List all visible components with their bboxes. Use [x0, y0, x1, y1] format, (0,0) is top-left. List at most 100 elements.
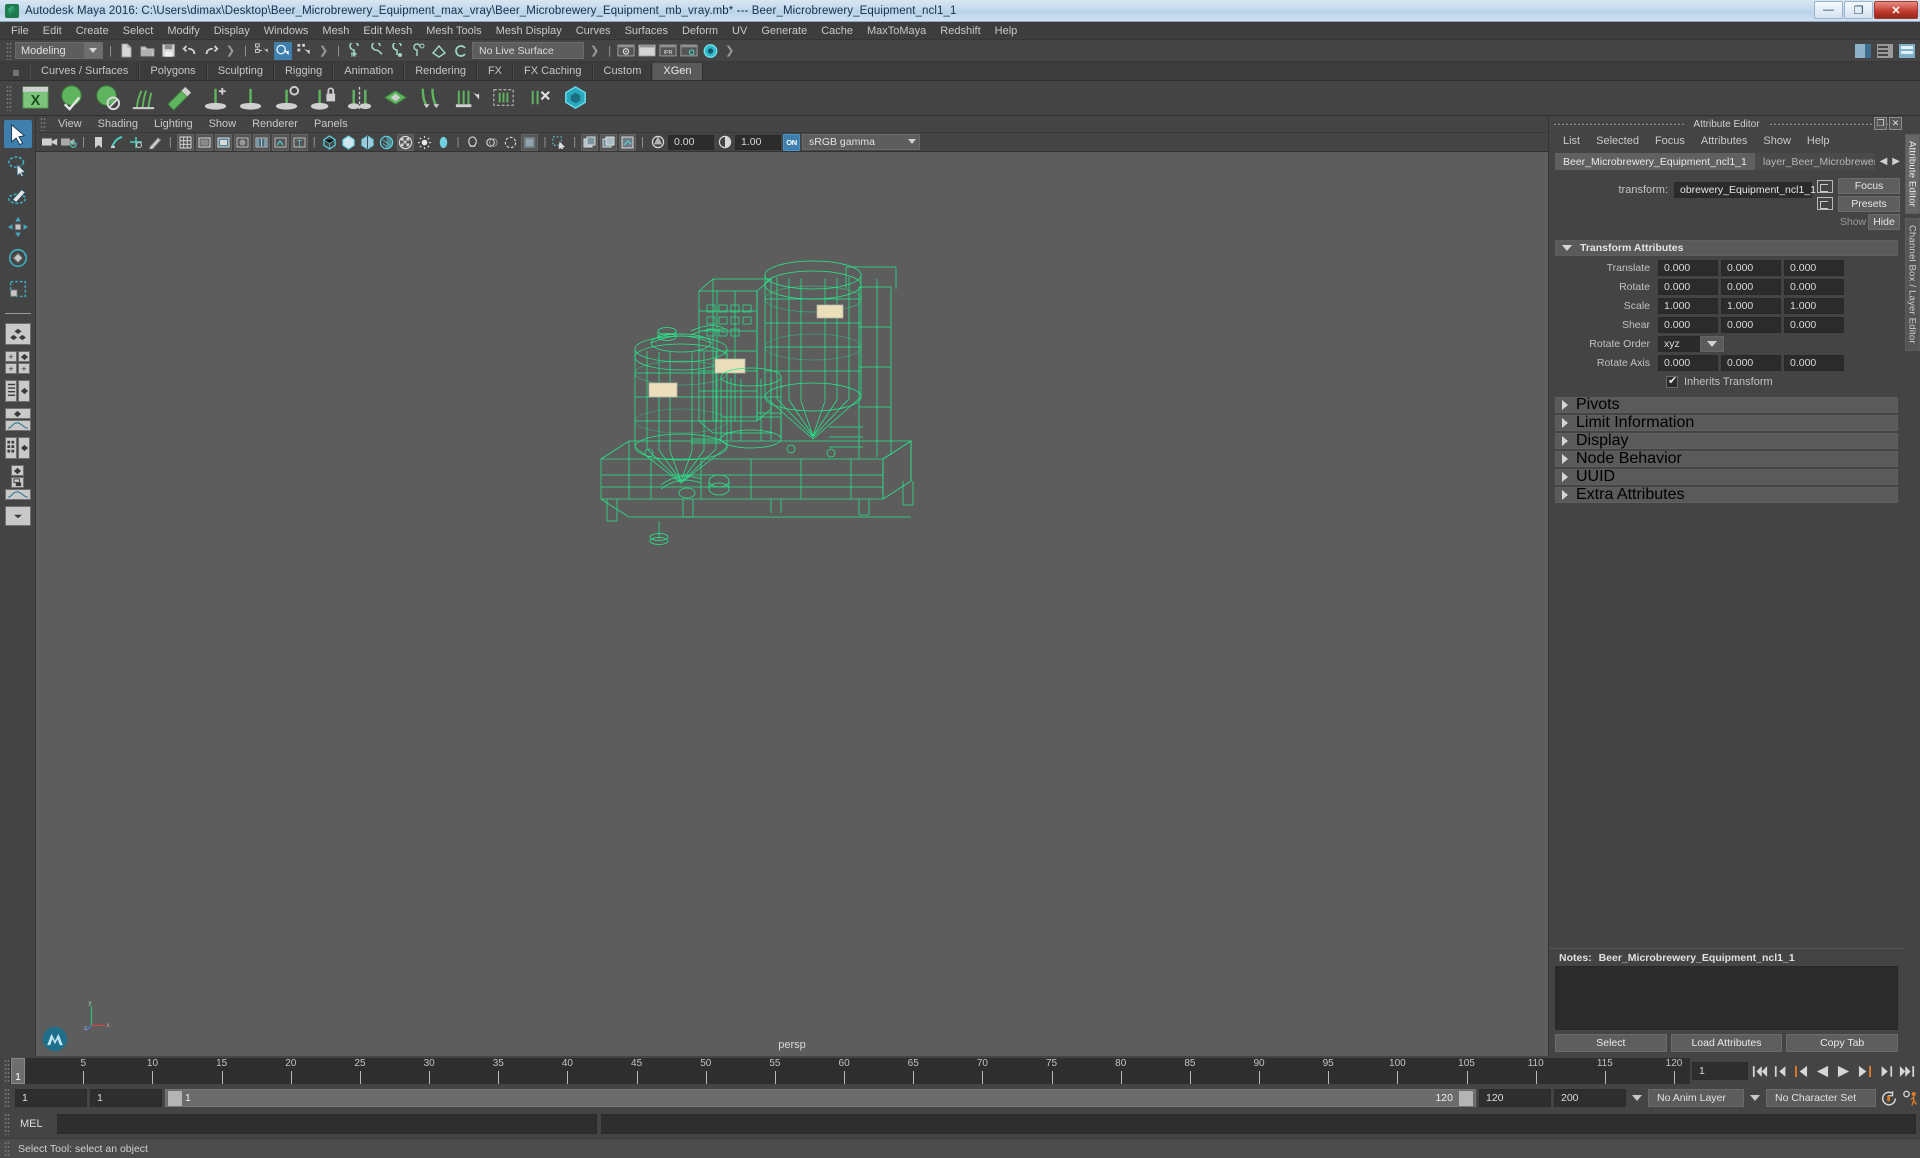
film-gate-icon[interactable] — [195, 133, 213, 151]
bookmark-icon[interactable] — [90, 134, 107, 151]
undo-icon[interactable] — [181, 42, 199, 60]
rotate-z-field[interactable]: 0.000 — [1784, 279, 1844, 295]
undock-panel-icon[interactable]: ❐ — [1874, 117, 1887, 130]
translate-y-field[interactable]: 0.000 — [1721, 260, 1781, 276]
xgen-groom-brush-icon[interactable] — [129, 83, 160, 114]
shelf-tab-sculpting[interactable]: Sculpting — [206, 63, 274, 80]
xgen-clump-map-icon[interactable] — [489, 83, 520, 114]
menu-item-redshift[interactable]: Redshift — [933, 24, 987, 38]
menu-item-mesh[interactable]: Mesh — [315, 24, 356, 38]
xgen-collision-icon[interactable] — [417, 83, 448, 114]
step-back-key-icon[interactable] — [1771, 1061, 1790, 1081]
menu-item-maxtomaya[interactable]: MaxToMaya — [860, 24, 933, 38]
translate-x-field[interactable]: 0.000 — [1658, 260, 1718, 276]
menu-item-select[interactable]: Select — [116, 24, 161, 38]
ae-menu-help[interactable]: Help — [1799, 135, 1838, 147]
time-slider-track[interactable]: 1 5 10 15 20 25 30 35 40 45 50 55 60 65 70 75 80 85 90 95 1… — [10, 1058, 1690, 1084]
xgen-editor-icon[interactable]: X — [21, 83, 52, 114]
anim-layer-combo[interactable]: No Anim Layer — [1648, 1089, 1744, 1107]
view-transform-dropdown[interactable]: sRGB gamma — [802, 134, 921, 150]
restore-button[interactable]: ❐ — [1844, 1, 1873, 19]
hide-button[interactable]: Hide — [1868, 214, 1900, 230]
gamma-icon[interactable] — [716, 134, 733, 151]
xgen-patch-icon[interactable] — [381, 83, 412, 114]
scale-y-field[interactable]: 1.000 — [1721, 298, 1781, 314]
scale-tool[interactable] — [4, 275, 32, 303]
sidebar-toggle-icon[interactable] — [1854, 42, 1872, 60]
range-end-time-field[interactable]: 120 — [1479, 1089, 1551, 1107]
gate-mask-icon[interactable] — [233, 133, 251, 151]
new-scene-icon[interactable] — [118, 42, 136, 60]
use-default-material-icon[interactable] — [378, 134, 395, 151]
menu-item-edit-mesh[interactable]: Edit Mesh — [356, 24, 419, 38]
shelf-grip[interactable] — [6, 85, 12, 111]
shaded-textured-icon[interactable] — [396, 133, 414, 151]
make-live-icon[interactable] — [451, 42, 469, 60]
grease-pencil-icon[interactable] — [147, 134, 164, 151]
section-uuid[interactable]: UUID — [1555, 468, 1898, 485]
ae-menu-focus[interactable]: Focus — [1647, 135, 1693, 147]
menu-item-windows[interactable]: Windows — [257, 24, 316, 38]
motion-blur-icon[interactable] — [483, 134, 500, 151]
animation-start-time-field[interactable]: 1 — [15, 1089, 87, 1107]
quick-layout-persp-graph[interactable] — [4, 408, 31, 431]
menu-item-file[interactable]: File — [4, 24, 36, 38]
ipr-render-icon[interactable]: IPR — [659, 42, 677, 60]
redo-icon[interactable] — [202, 42, 220, 60]
step-back-frame-icon[interactable] — [1792, 1061, 1811, 1081]
panel-grip[interactable] — [40, 117, 46, 131]
select-hierarchy-icon[interactable] — [253, 42, 271, 60]
focus-button[interactable]: Focus — [1838, 178, 1900, 194]
node-name-field[interactable]: obrewery_Equipment_ncl1_1 — [1674, 182, 1816, 198]
color-management-toggle-icon[interactable]: ON — [783, 133, 801, 151]
quick-layout-hypershade-persp[interactable] — [5, 437, 31, 459]
range-bar[interactable]: 1 120 — [165, 1089, 1476, 1107]
view-transform-icon[interactable] — [619, 133, 637, 151]
snap-to-curve-icon[interactable] — [367, 42, 385, 60]
output-connection-icon[interactable] — [1817, 197, 1833, 210]
tab-prev-arrow-icon[interactable]: ◀ — [1880, 156, 1888, 167]
select-camera-icon[interactable] — [41, 134, 58, 151]
section-pivots[interactable]: Pivots — [1555, 396, 1898, 413]
load-attributes-button[interactable]: Load Attributes — [1670, 1034, 1783, 1052]
panel-menu-shading[interactable]: Shading — [90, 118, 146, 130]
shadows-toggle-icon[interactable] — [435, 134, 452, 151]
select-object-icon[interactable] — [273, 41, 292, 60]
close-panel-icon[interactable]: ✕ — [1889, 117, 1902, 130]
shelf-tab-animation[interactable]: Animation — [333, 63, 405, 80]
xgen-interactive-groom-icon[interactable] — [561, 83, 592, 114]
shear-y-field[interactable]: 0.000 — [1721, 317, 1781, 333]
menu-item-create[interactable]: Create — [69, 24, 116, 38]
menu-item-mesh-tools[interactable]: Mesh Tools — [419, 24, 488, 38]
time-cursor[interactable]: 1 — [11, 1058, 25, 1084]
xgen-create-description-icon[interactable] — [57, 83, 88, 114]
character-set-dropdown-arrow[interactable] — [1747, 1095, 1763, 1101]
minimize-button[interactable]: — — [1814, 1, 1843, 19]
panel-menu-view[interactable]: View — [50, 118, 90, 130]
xray-toggle-icon[interactable] — [252, 133, 270, 151]
exposure-field[interactable]: 0.00 — [668, 134, 715, 150]
step-forward-frame-icon[interactable] — [1855, 1061, 1874, 1081]
ae-menu-selected[interactable]: Selected — [1588, 135, 1647, 147]
character-set-combo[interactable]: No Character Set — [1766, 1089, 1876, 1107]
snap-to-view-plane-icon[interactable] — [430, 42, 448, 60]
two-dpan-zoom-icon[interactable] — [128, 134, 145, 151]
snap-to-projected-center-icon[interactable] — [409, 42, 427, 60]
quick-layout-persp-outliner-graph[interactable] — [4, 465, 31, 500]
range-start-handle[interactable] — [168, 1090, 182, 1106]
menu-item-curves[interactable]: Curves — [569, 24, 618, 38]
xgen-add-guide-icon[interactable] — [201, 83, 232, 114]
select-tool[interactable] — [3, 120, 32, 148]
menu-item-surfaces[interactable]: Surfaces — [618, 24, 675, 38]
rotate-y-field[interactable]: 0.000 — [1721, 279, 1781, 295]
scale-z-field[interactable]: 1.000 — [1784, 298, 1844, 314]
rotate-order-dropdown-arrow[interactable] — [1700, 336, 1724, 352]
select-button[interactable]: Select — [1555, 1034, 1667, 1052]
range-start-time-field[interactable]: 1 — [90, 1089, 162, 1107]
step-forward-key-icon[interactable] — [1876, 1061, 1895, 1081]
exposure-region-icon[interactable] — [600, 133, 618, 151]
notes-textarea[interactable] — [1555, 966, 1898, 1030]
shaded-wireframe-icon[interactable] — [359, 134, 376, 151]
camera-attributes-icon[interactable] — [60, 134, 77, 151]
menu-item-display[interactable]: Display — [207, 24, 257, 38]
